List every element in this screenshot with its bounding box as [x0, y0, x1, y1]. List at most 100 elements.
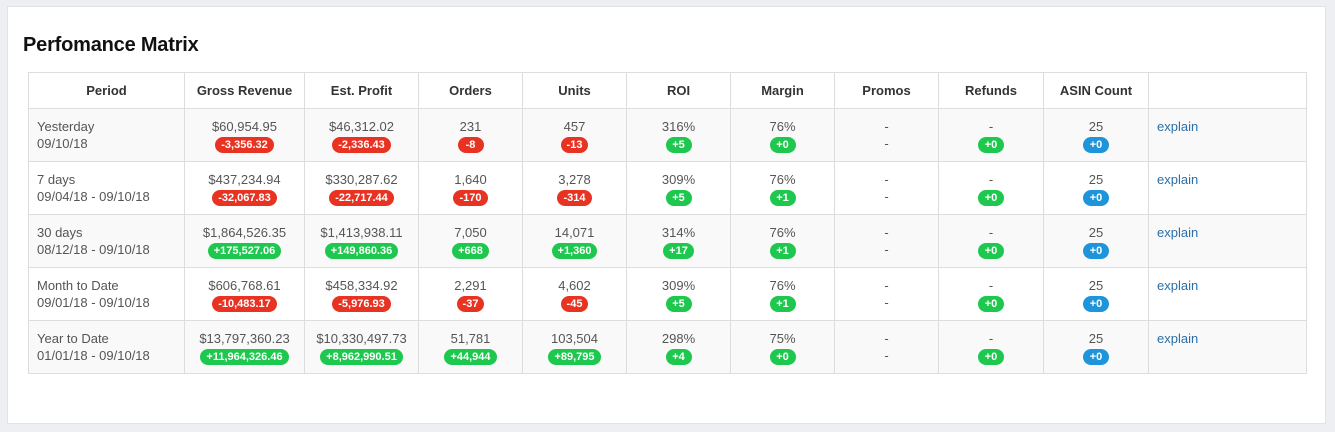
asin-count-change-badge: +0 — [1083, 296, 1109, 312]
table-row: Yesterday 09/10/18 $60,954.95 -3,356.32 $46,… — [28, 108, 1307, 162]
margin-value: 75% — [769, 331, 796, 346]
orders-cell: 1,640 -170 — [418, 161, 523, 215]
units-value: 457 — [563, 119, 586, 134]
column-header-promos[interactable]: Promos — [834, 72, 939, 109]
asin-count-cell: 25 +0 — [1043, 320, 1149, 374]
refunds-value: - — [988, 278, 994, 293]
promos-cell: -- — [834, 214, 939, 268]
table-body: Yesterday 09/10/18 $60,954.95 -3,356.32 $46,… — [28, 108, 1307, 374]
margin-value: 76% — [769, 119, 796, 134]
gross-revenue-change-badge: -10,483.17 — [212, 296, 277, 312]
period-cell: Year to Date 01/01/18 - 09/10/18 — [28, 320, 185, 374]
margin-cell: 76% +1 — [730, 214, 835, 268]
roi-change-badge: +5 — [665, 190, 692, 206]
units-cell: 4,602 -45 — [522, 267, 627, 321]
roi-cell: 309% +5 — [626, 161, 731, 215]
table-header-row: Period Gross Revenue Est. Profit Orders … — [28, 72, 1307, 109]
margin-cell: 76% +1 — [730, 161, 835, 215]
gross-revenue-change-badge: -3,356.32 — [215, 137, 274, 153]
asin-count-value: 25 — [1088, 172, 1104, 187]
action-cell: explain — [1148, 108, 1307, 162]
orders-change-badge: +668 — [452, 243, 489, 259]
table-row: 7 days 09/04/18 - 09/10/18 $437,234.94 -32,… — [28, 161, 1307, 215]
explain-link[interactable]: explain — [1157, 331, 1198, 346]
est-profit-value: $1,413,938.11 — [320, 225, 403, 240]
orders-cell: 2,291 -37 — [418, 267, 523, 321]
promos-secondary-value: - — [884, 189, 889, 204]
explain-link[interactable]: explain — [1157, 119, 1198, 134]
margin-change-badge: +1 — [769, 190, 796, 206]
explain-link[interactable]: explain — [1157, 225, 1198, 240]
column-header-refunds[interactable]: Refunds — [938, 72, 1044, 109]
orders-value: 51,781 — [450, 331, 491, 346]
refunds-cell: - +0 — [938, 320, 1044, 374]
performance-panel: Perfomance Matrix Period Gross Revenue E… — [7, 6, 1326, 424]
est-profit-change-badge: -5,976.93 — [332, 296, 391, 312]
column-header-orders[interactable]: Orders — [418, 72, 523, 109]
est-profit-change-badge: -2,336.43 — [332, 137, 391, 153]
table-row: Month to Date 09/01/18 - 09/10/18 $606,768… — [28, 267, 1307, 321]
period-date-range: 09/10/18 — [37, 136, 88, 151]
asin-count-value: 25 — [1088, 331, 1104, 346]
gross-revenue-value: $1,864,526.35 — [202, 225, 287, 240]
est-profit-change-badge: -22,717.44 — [329, 190, 394, 206]
column-header-period[interactable]: Period — [28, 72, 185, 109]
units-change-badge: -13 — [560, 137, 589, 153]
period-date-range: 08/12/18 - 09/10/18 — [37, 242, 150, 257]
refunds-value: - — [988, 331, 994, 346]
promos-cell: -- — [834, 320, 939, 374]
column-header-est-profit[interactable]: Est. Profit — [304, 72, 419, 109]
table-row: 30 days 08/12/18 - 09/10/18 $1,864,526.35 +… — [28, 214, 1307, 268]
est-profit-cell: $458,334.92 -5,976.93 — [304, 267, 419, 321]
table-row: Year to Date 01/01/18 - 09/10/18 $13,797,3… — [28, 320, 1307, 374]
asin-count-value: 25 — [1088, 225, 1104, 240]
promos-value: - — [884, 172, 889, 187]
column-header-units[interactable]: Units — [522, 72, 627, 109]
promos-secondary-value: - — [884, 242, 889, 257]
column-header-roi[interactable]: ROI — [626, 72, 731, 109]
orders-cell: 51,781 +44,944 — [418, 320, 523, 374]
roi-value: 298% — [661, 331, 696, 346]
margin-cell: 75% +0 — [730, 320, 835, 374]
margin-value: 76% — [769, 225, 796, 240]
margin-change-badge: +1 — [769, 296, 796, 312]
column-header-margin[interactable]: Margin — [730, 72, 835, 109]
roi-cell: 298% +4 — [626, 320, 731, 374]
asin-count-cell: 25 +0 — [1043, 108, 1149, 162]
refunds-value: - — [988, 225, 994, 240]
est-profit-change-badge: +149,860.36 — [324, 243, 399, 259]
orders-value: 1,640 — [454, 172, 487, 187]
promos-value: - — [884, 225, 889, 240]
orders-value: 7,050 — [454, 225, 487, 240]
roi-value: 309% — [661, 172, 696, 187]
asin-count-cell: 25 +0 — [1043, 267, 1149, 321]
refunds-cell: - +0 — [938, 267, 1044, 321]
action-cell: explain — [1148, 214, 1307, 268]
orders-change-badge: +44,944 — [444, 349, 497, 365]
promos-cell: -- — [834, 267, 939, 321]
column-header-gross-revenue[interactable]: Gross Revenue — [184, 72, 305, 109]
roi-change-badge: +5 — [665, 296, 692, 312]
explain-link[interactable]: explain — [1157, 172, 1198, 187]
refunds-change-badge: +0 — [978, 349, 1004, 365]
refunds-change-badge: +0 — [978, 137, 1004, 153]
period-cell: Month to Date 09/01/18 - 09/10/18 — [28, 267, 185, 321]
roi-change-badge: +4 — [665, 349, 692, 365]
units-cell: 103,504 +89,795 — [522, 320, 627, 374]
explain-link[interactable]: explain — [1157, 278, 1198, 293]
period-label: Year to Date — [37, 331, 109, 346]
period-label: 30 days — [37, 225, 83, 240]
est-profit-value: $458,334.92 — [325, 278, 398, 293]
roi-value: 314% — [661, 225, 696, 240]
asin-count-cell: 25 +0 — [1043, 214, 1149, 268]
est-profit-value: $10,330,497.73 — [316, 331, 407, 346]
column-header-asin-count[interactable]: ASIN Count — [1043, 72, 1149, 109]
period-label: 7 days — [37, 172, 76, 187]
refunds-cell: - +0 — [938, 161, 1044, 215]
refunds-change-badge: +0 — [978, 243, 1004, 259]
margin-value: 76% — [769, 278, 796, 293]
gross-revenue-change-badge: -32,067.83 — [212, 190, 277, 206]
est-profit-cell: $1,413,938.11 +149,860.36 — [304, 214, 419, 268]
units-cell: 14,071 +1,360 — [522, 214, 627, 268]
margin-change-badge: +1 — [769, 243, 796, 259]
